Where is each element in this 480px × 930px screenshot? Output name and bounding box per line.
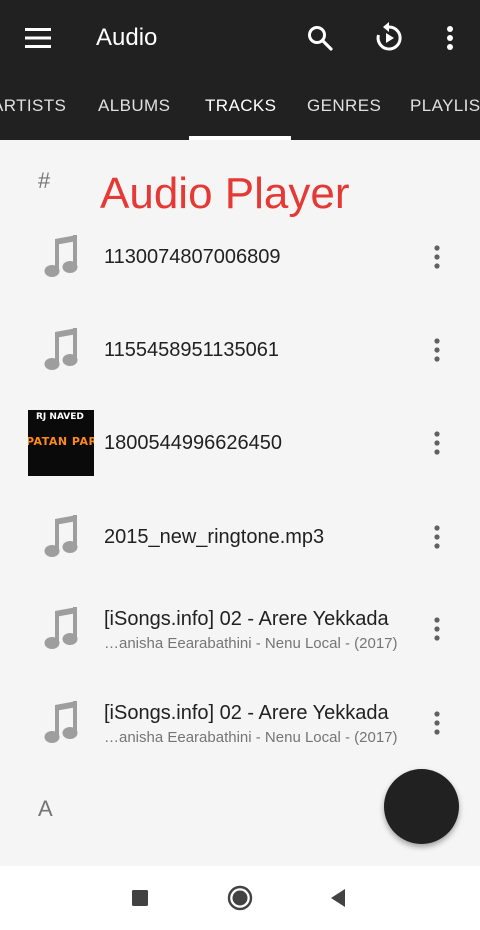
- track-title: 1800544996626450: [104, 432, 282, 454]
- more-vert-icon[interactable]: [422, 612, 452, 646]
- track-row[interactable]: 1130074807006809: [0, 210, 480, 304]
- section-header: #: [38, 168, 51, 193]
- more-vert-icon[interactable]: [422, 333, 452, 367]
- music-note-icon: [28, 596, 94, 662]
- track-row[interactable]: [iSongs.info] 02 - Arere Yekkada …anisha…: [0, 676, 480, 770]
- more-vert-icon[interactable]: [422, 706, 452, 740]
- back-icon[interactable]: [318, 878, 358, 918]
- tab-tracks[interactable]: TRACKS: [205, 96, 276, 116]
- toolbar-title: Audio: [96, 24, 158, 51]
- music-note-icon: [28, 504, 94, 570]
- search-icon[interactable]: [296, 14, 344, 62]
- tab-indicator: [189, 136, 291, 140]
- tab-genres[interactable]: GENRES: [307, 96, 381, 116]
- track-subtitle: …anisha Eearabathini - Nenu Local - (201…: [104, 729, 398, 746]
- track-row[interactable]: RJ NAVED PATAN PARAS 1800544996626450: [0, 396, 480, 490]
- music-note-icon: [28, 690, 94, 756]
- tab-bar: ARTISTS ALBUMS TRACKS GENRES PLAYLISTS: [0, 76, 480, 140]
- more-vert-icon[interactable]: [422, 240, 452, 274]
- album-cover: RJ NAVED PATAN PARAS: [28, 410, 94, 476]
- tab-playlists[interactable]: PLAYLISTS: [410, 96, 480, 116]
- more-vert-icon[interactable]: [422, 520, 452, 554]
- tab-albums[interactable]: ALBUMS: [98, 96, 170, 116]
- audio-app: Audio ARTISTS ALBUMS TRACKS GE: [0, 0, 480, 930]
- track-row[interactable]: [iSongs.info] 02 - Arere Yekkada …anisha…: [0, 582, 480, 676]
- system-nav-bar: [0, 866, 480, 930]
- more-vert-icon[interactable]: [426, 14, 474, 62]
- recents-icon[interactable]: [120, 878, 160, 918]
- track-subtitle: …anisha Eearabathini - Nenu Local - (201…: [104, 635, 398, 652]
- track-title: 1155458951135061: [104, 339, 279, 361]
- more-vert-icon[interactable]: [422, 426, 452, 460]
- menu-icon[interactable]: [14, 14, 62, 62]
- cover-text: PATAN PARAS: [28, 435, 94, 448]
- music-note-icon: [28, 224, 94, 290]
- track-title: [iSongs.info] 02 - Arere Yekkada: [104, 702, 389, 724]
- replay-icon[interactable]: [365, 14, 413, 62]
- music-note-icon: [28, 317, 94, 383]
- tab-artists[interactable]: ARTISTS: [0, 96, 66, 116]
- section-header: A: [38, 796, 53, 821]
- track-title: 2015_new_ringtone.mp3: [104, 526, 325, 548]
- track-title: [iSongs.info] 02 - Arere Yekkada: [104, 608, 389, 630]
- track-row[interactable]: 1155458951135061: [0, 303, 480, 397]
- play-fab-button[interactable]: [384, 769, 459, 844]
- cover-text: RJ NAVED: [36, 412, 84, 422]
- track-title: 1130074807006809: [104, 246, 281, 268]
- app-toolbar: Audio: [0, 0, 480, 76]
- home-icon[interactable]: [220, 878, 260, 918]
- track-row[interactable]: 2015_new_ringtone.mp3: [0, 490, 480, 584]
